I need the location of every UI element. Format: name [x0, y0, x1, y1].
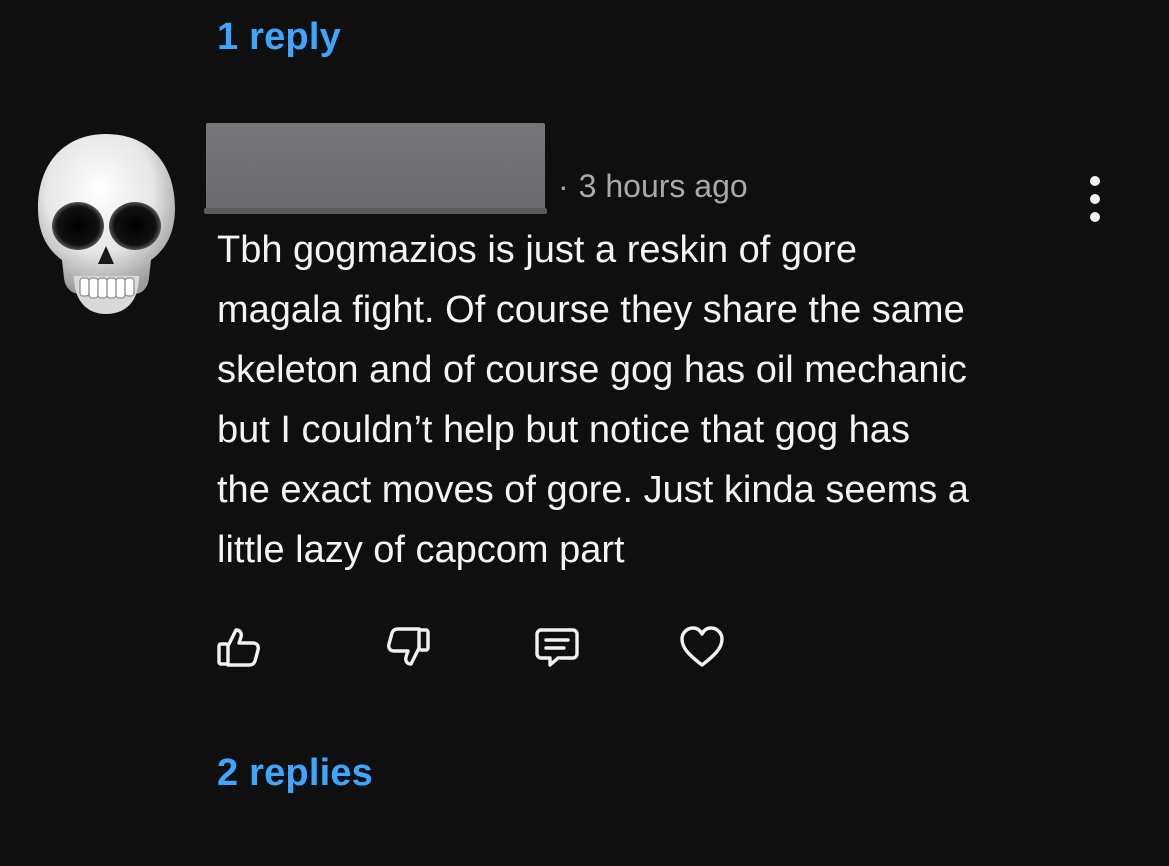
more-options-button[interactable]: [1080, 176, 1110, 222]
comment-line: the exact moves of gore. Just kinda seem…: [217, 469, 969, 511]
comment-text: Tbh gogmazios is just a reskin of gore m…: [217, 220, 1117, 580]
comment-line: little lazy of capcom part: [217, 529, 625, 571]
more-dot-icon: [1090, 176, 1100, 186]
thumbs-up-icon: [217, 628, 260, 667]
reply-button[interactable]: [532, 622, 582, 672]
comment-timestamp: 3 hours ago: [578, 168, 748, 204]
comment-meta: · 3 hours ago: [558, 168, 748, 205]
thumbs-down-icon: [387, 627, 430, 666]
meta-separator: ·: [558, 168, 569, 204]
dislike-button[interactable]: [383, 622, 433, 672]
view-replies-link-bottom[interactable]: 2 replies: [217, 752, 373, 795]
more-dot-icon: [1090, 194, 1100, 204]
comment-line: skeleton and of course gog has oil mecha…: [217, 349, 967, 391]
skull-icon: [38, 134, 175, 314]
heart-icon: [680, 626, 724, 667]
heart-button[interactable]: [677, 622, 727, 672]
author-name-redacted[interactable]: [204, 123, 547, 214]
view-replies-link-top[interactable]: 1 reply: [217, 16, 341, 59]
comment-line: but I couldn’t help but notice that gog …: [217, 409, 910, 451]
comment-icon: [535, 628, 579, 667]
avatar[interactable]: [34, 128, 179, 318]
comment-line: Tbh gogmazios is just a reskin of gore: [217, 229, 857, 271]
like-button[interactable]: [214, 622, 264, 672]
comment-line: magala fight. Of course they share the s…: [217, 289, 965, 331]
